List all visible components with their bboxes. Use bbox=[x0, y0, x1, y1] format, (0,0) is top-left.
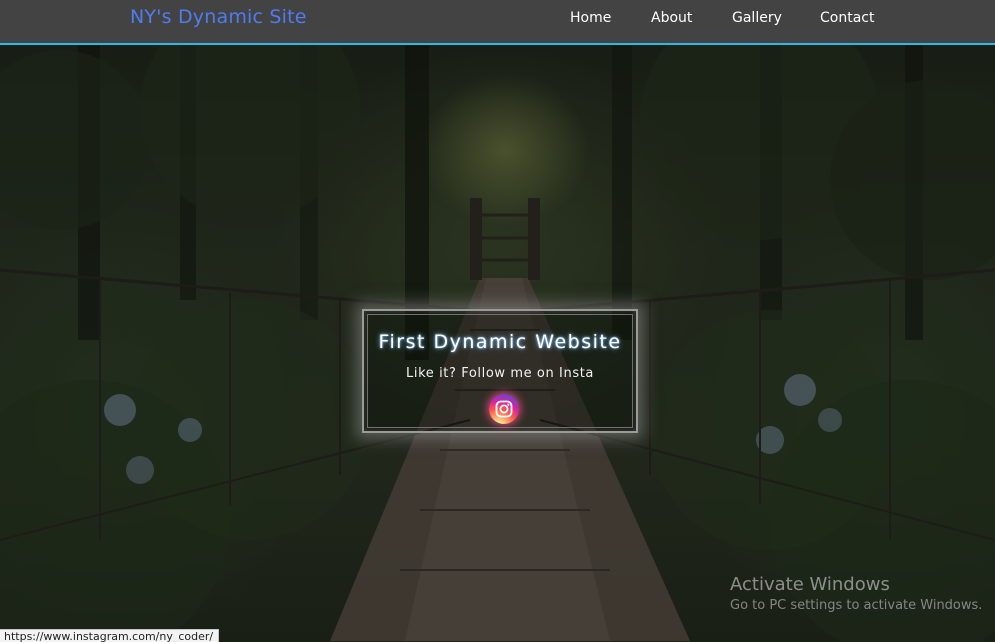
nav-links: Home About Gallery Contact bbox=[0, 10, 995, 30]
nav-link-home[interactable]: Home bbox=[570, 10, 611, 26]
card-subtitle: Like it? Follow me on Insta bbox=[406, 366, 594, 381]
instagram-link[interactable] bbox=[489, 394, 519, 424]
watermark-subtitle: Go to PC settings to activate Windows. bbox=[730, 598, 983, 613]
nav-link-gallery[interactable]: Gallery bbox=[732, 10, 782, 26]
nav-link-about[interactable]: About bbox=[651, 10, 692, 26]
card-title: First Dynamic Website bbox=[378, 331, 622, 353]
nav-link-contact[interactable]: Contact bbox=[820, 10, 874, 26]
navbar: NY's Dynamic Site Home About Gallery Con… bbox=[0, 0, 995, 45]
watermark-title: Activate Windows bbox=[730, 574, 890, 595]
link-status-bar: https://www.instagram.com/ny_coder/ bbox=[0, 629, 220, 642]
windows-activation-watermark: Activate Windows Go to PC settings to ac… bbox=[730, 574, 982, 613]
instagram-icon bbox=[495, 400, 513, 418]
hero-card: First Dynamic Website Like it? Follow me… bbox=[362, 309, 638, 433]
